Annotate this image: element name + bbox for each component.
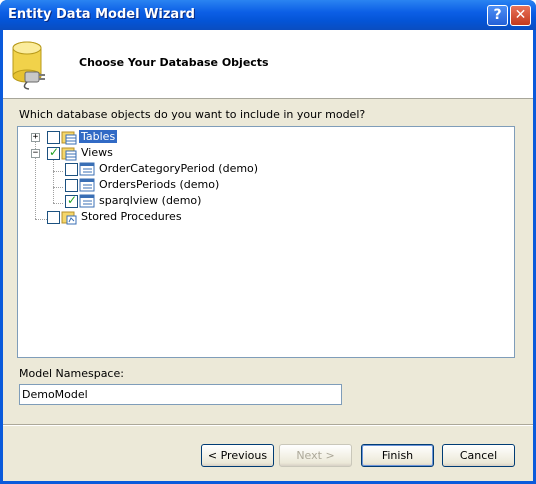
close-icon: ✕ xyxy=(514,7,527,23)
view-icon xyxy=(79,162,95,176)
tables-checkbox[interactable] xyxy=(47,131,60,144)
view-checkbox[interactable] xyxy=(65,193,78,208)
view-checkbox[interactable] xyxy=(65,163,78,176)
tree-item-view[interactable]: OrdersPeriods (demo) xyxy=(18,177,514,193)
previous-button[interactable]: < Previous xyxy=(201,444,274,467)
page-title: Choose Your Database Objects xyxy=(79,56,269,69)
finish-button[interactable]: Finish xyxy=(361,444,434,467)
view-checkbox[interactable] xyxy=(65,179,78,192)
objects-prompt: Which database objects do you want to in… xyxy=(19,108,366,121)
view-label: sparqlview (demo) xyxy=(99,194,202,207)
wizard-window: Entity Data Model Wizard ? ✕ Choose Your… xyxy=(0,0,536,484)
database-objects-tree[interactable]: + Tables − Views xyxy=(17,126,515,358)
help-button[interactable]: ? xyxy=(487,5,508,26)
next-button[interactable]: Next > xyxy=(279,444,352,467)
cancel-button[interactable]: Cancel xyxy=(442,444,515,467)
model-namespace-input[interactable] xyxy=(19,384,342,405)
tables-folder-icon xyxy=(61,131,77,145)
collapse-views-toggle[interactable]: − xyxy=(31,149,40,158)
views-checkbox[interactable] xyxy=(47,145,60,160)
tree-item-view[interactable]: OrderCategoryPeriod (demo) xyxy=(18,161,514,177)
tree-item-view[interactable]: sparqlview (demo) xyxy=(18,193,514,209)
view-icon xyxy=(79,194,95,208)
stored-procedures-label: Stored Procedures xyxy=(81,210,182,223)
close-button[interactable]: ✕ xyxy=(510,5,531,26)
view-label: OrdersPeriods (demo) xyxy=(99,178,220,191)
title-bar[interactable]: Entity Data Model Wizard ? ✕ xyxy=(0,0,536,30)
database-plug-icon xyxy=(12,41,45,90)
views-folder-icon xyxy=(61,147,77,161)
stored-procedures-folder-icon xyxy=(61,211,77,225)
stored-procedures-checkbox[interactable] xyxy=(47,211,60,224)
view-icon xyxy=(79,178,95,192)
button-separator xyxy=(3,424,533,426)
views-label: Views xyxy=(81,146,113,159)
namespace-label: Model Namespace: xyxy=(19,367,124,380)
tree-item-stored-procedures[interactable]: Stored Procedures xyxy=(18,209,514,225)
expand-tables-toggle[interactable]: + xyxy=(31,133,40,142)
window-title: Entity Data Model Wizard xyxy=(8,7,195,22)
tables-label: Tables xyxy=(79,130,118,143)
help-icon: ? xyxy=(493,7,502,23)
client-area: Choose Your Database Objects Which datab… xyxy=(3,30,533,481)
view-label: OrderCategoryPeriod (demo) xyxy=(99,162,259,175)
wizard-header: Choose Your Database Objects xyxy=(3,30,533,99)
tree-item-tables[interactable]: + Tables xyxy=(18,129,514,145)
tree-item-views[interactable]: − Views xyxy=(18,145,514,161)
